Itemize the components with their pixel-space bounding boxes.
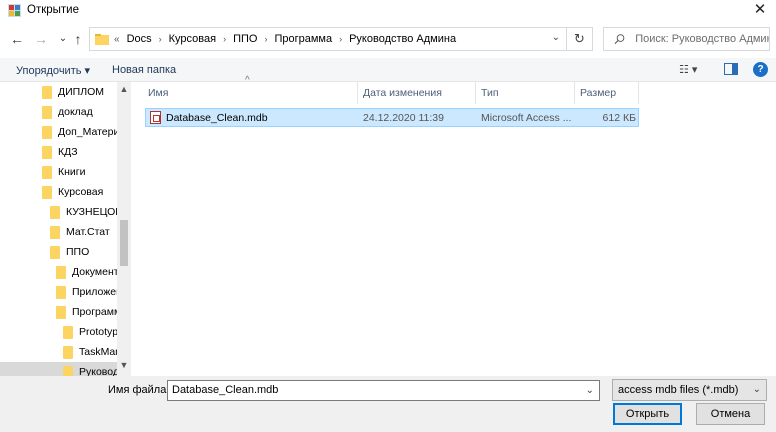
chevron-down-icon[interactable]: ⌄	[586, 381, 594, 400]
nav-item-label: доклад	[58, 106, 93, 118]
nav-item-dop-materialy[interactable]: Доп_Матери	[42, 122, 117, 142]
new-folder-button[interactable]: Новая папка	[112, 64, 176, 76]
nav-item-label: КДЗ	[58, 146, 78, 158]
title-bar: Открытие ✕	[0, 0, 776, 22]
up-button[interactable]: ↑	[70, 31, 86, 47]
help-icon[interactable]: ?	[753, 62, 768, 77]
scrollbar-thumb[interactable]	[120, 220, 128, 266]
folder-icon	[42, 125, 52, 139]
folder-icon	[56, 305, 66, 319]
nav-item-prilozhenie[interactable]: Приложен	[56, 282, 117, 302]
folder-icon	[50, 205, 60, 219]
nav-item-programma[interactable]: Программ	[56, 302, 117, 322]
file-type-value: access mdb files (*.mdb)	[618, 384, 739, 396]
nav-item-kuznetsov[interactable]: КУЗНЕЦОВ	[50, 202, 117, 222]
file-list[interactable]: ^ Имя Дата изменения Тип Размер Database…	[143, 75, 776, 376]
nav-item-label: Мат.Стат	[66, 226, 110, 238]
folder-icon	[42, 145, 52, 159]
column-header-date[interactable]: Дата изменения	[358, 82, 476, 104]
folder-icon	[50, 245, 60, 259]
folder-icon	[63, 325, 73, 339]
scroll-up-icon[interactable]: ▲	[117, 84, 131, 94]
file-type: Microsoft Access ...	[481, 112, 572, 124]
close-icon[interactable]: ✕	[752, 1, 768, 19]
address-dropdown-icon[interactable]: ⌄	[552, 32, 560, 43]
window-title: Открытие	[27, 4, 79, 16]
breadcrumb-separator-icon[interactable]: ›	[339, 34, 342, 44]
folder-icon	[42, 185, 52, 199]
breadcrumb-kursovaya[interactable]: Курсовая	[169, 33, 216, 45]
app-icon	[8, 4, 21, 17]
folder-icon	[50, 225, 60, 239]
nav-item-dokument[interactable]: Документ	[56, 262, 117, 282]
folder-icon	[63, 365, 73, 376]
search-placeholder: Поиск: Руководство Админа	[635, 33, 769, 45]
folder-icon	[42, 85, 52, 99]
navpane-scrollbar[interactable]: ▲ ▼	[117, 82, 131, 376]
scroll-down-icon[interactable]: ▼	[117, 360, 131, 370]
nav-item-label: Программ	[72, 306, 117, 318]
breadcrumb-programma[interactable]: Программа	[274, 33, 332, 45]
folder-icon	[42, 165, 52, 179]
preview-pane-icon[interactable]	[724, 63, 738, 75]
folder-icon	[56, 285, 66, 299]
filename-field[interactable]: Database_Clean.mdb ⌄	[167, 380, 600, 401]
command-bar: Упорядочить ▾ Новая папка ☷ ▾ ?	[0, 58, 776, 82]
dialog-footer: Имя файла: Database_Clean.mdb ⌄ access m…	[0, 376, 776, 432]
file-date: 24.12.2020 11:39	[363, 112, 444, 124]
forward-button[interactable]: →	[33, 31, 49, 47]
column-header-name[interactable]: Имя	[143, 82, 358, 104]
folder-icon	[56, 265, 66, 279]
breadcrumb-separator-icon[interactable]: ›	[264, 34, 267, 44]
folder-icon	[63, 345, 73, 359]
view-options-button[interactable]: ☷ ▾	[679, 63, 697, 76]
refresh-button[interactable]: ↻	[567, 27, 593, 51]
breadcrumb-rukovodstvo[interactable]: Руководство Админа	[349, 33, 456, 45]
nav-item-label: Документ	[72, 266, 117, 278]
nav-item-label: ДИПЛОМ	[58, 86, 105, 98]
nav-item-ppo[interactable]: ППО	[50, 242, 117, 262]
folder-icon	[95, 33, 109, 45]
column-header-type[interactable]: Тип	[476, 82, 575, 104]
back-button[interactable]: ←	[9, 31, 25, 47]
breadcrumb-overflow[interactable]: «	[114, 34, 120, 45]
folder-icon	[42, 105, 52, 119]
filename-value: Database_Clean.mdb	[172, 384, 279, 396]
nav-item-label: Курсовая	[58, 186, 104, 198]
nav-item-label: Книги	[58, 166, 86, 178]
breadcrumb-ppo[interactable]: ППО	[233, 33, 257, 45]
nav-item-label: Доп_Матери	[58, 126, 117, 138]
search-input[interactable]: Поиск: Руководство Админа	[603, 27, 770, 51]
filename-label: Имя файла:	[108, 384, 170, 396]
breadcrumb-separator-icon[interactable]: ›	[159, 34, 162, 44]
breadcrumb-docs[interactable]: Docs	[127, 33, 152, 45]
nav-item-taskman[interactable]: TaskMan	[63, 342, 117, 362]
address-bar[interactable]: « Docs › Курсовая › ППО › Программа › Ру…	[89, 27, 567, 51]
open-button[interactable]: Открыть	[613, 403, 682, 425]
nav-item-mat-stat[interactable]: Мат.Стат	[50, 222, 117, 242]
cancel-button[interactable]: Отмена	[696, 403, 765, 425]
nav-item-label: Prototyp	[79, 326, 117, 338]
breadcrumb-separator-icon[interactable]: ›	[223, 34, 226, 44]
table-row[interactable]: Database_Clean.mdb 24.12.2020 11:39 Micr…	[145, 108, 639, 127]
organize-button[interactable]: Упорядочить ▾	[16, 64, 90, 77]
nav-item-prototype[interactable]: Prototyp	[63, 322, 117, 342]
nav-item-label: ППО	[66, 246, 90, 258]
file-size: 612 КБ	[602, 112, 636, 124]
file-type-select[interactable]: access mdb files (*.mdb) ⌄	[612, 379, 767, 401]
file-name: Database_Clean.mdb	[166, 112, 268, 124]
nav-item-label: Руковод	[79, 366, 117, 376]
access-database-file-icon	[150, 111, 161, 124]
chevron-down-icon[interactable]: ⌄	[753, 380, 761, 400]
nav-item-rukovodstvo[interactable]: Руковод	[0, 362, 117, 376]
nav-item-label: TaskMan	[79, 346, 117, 358]
nav-item-label: КУЗНЕЦОВ	[66, 206, 117, 218]
navigation-pane[interactable]: ДИПЛОМ доклад Доп_Матери КДЗ Книги Курсо…	[0, 82, 131, 376]
search-icon	[614, 34, 625, 45]
column-header-size[interactable]: Размер	[575, 82, 639, 104]
nav-item-label: Приложен	[72, 286, 117, 298]
recent-locations-chevron-icon[interactable]: ⌄	[55, 31, 71, 47]
